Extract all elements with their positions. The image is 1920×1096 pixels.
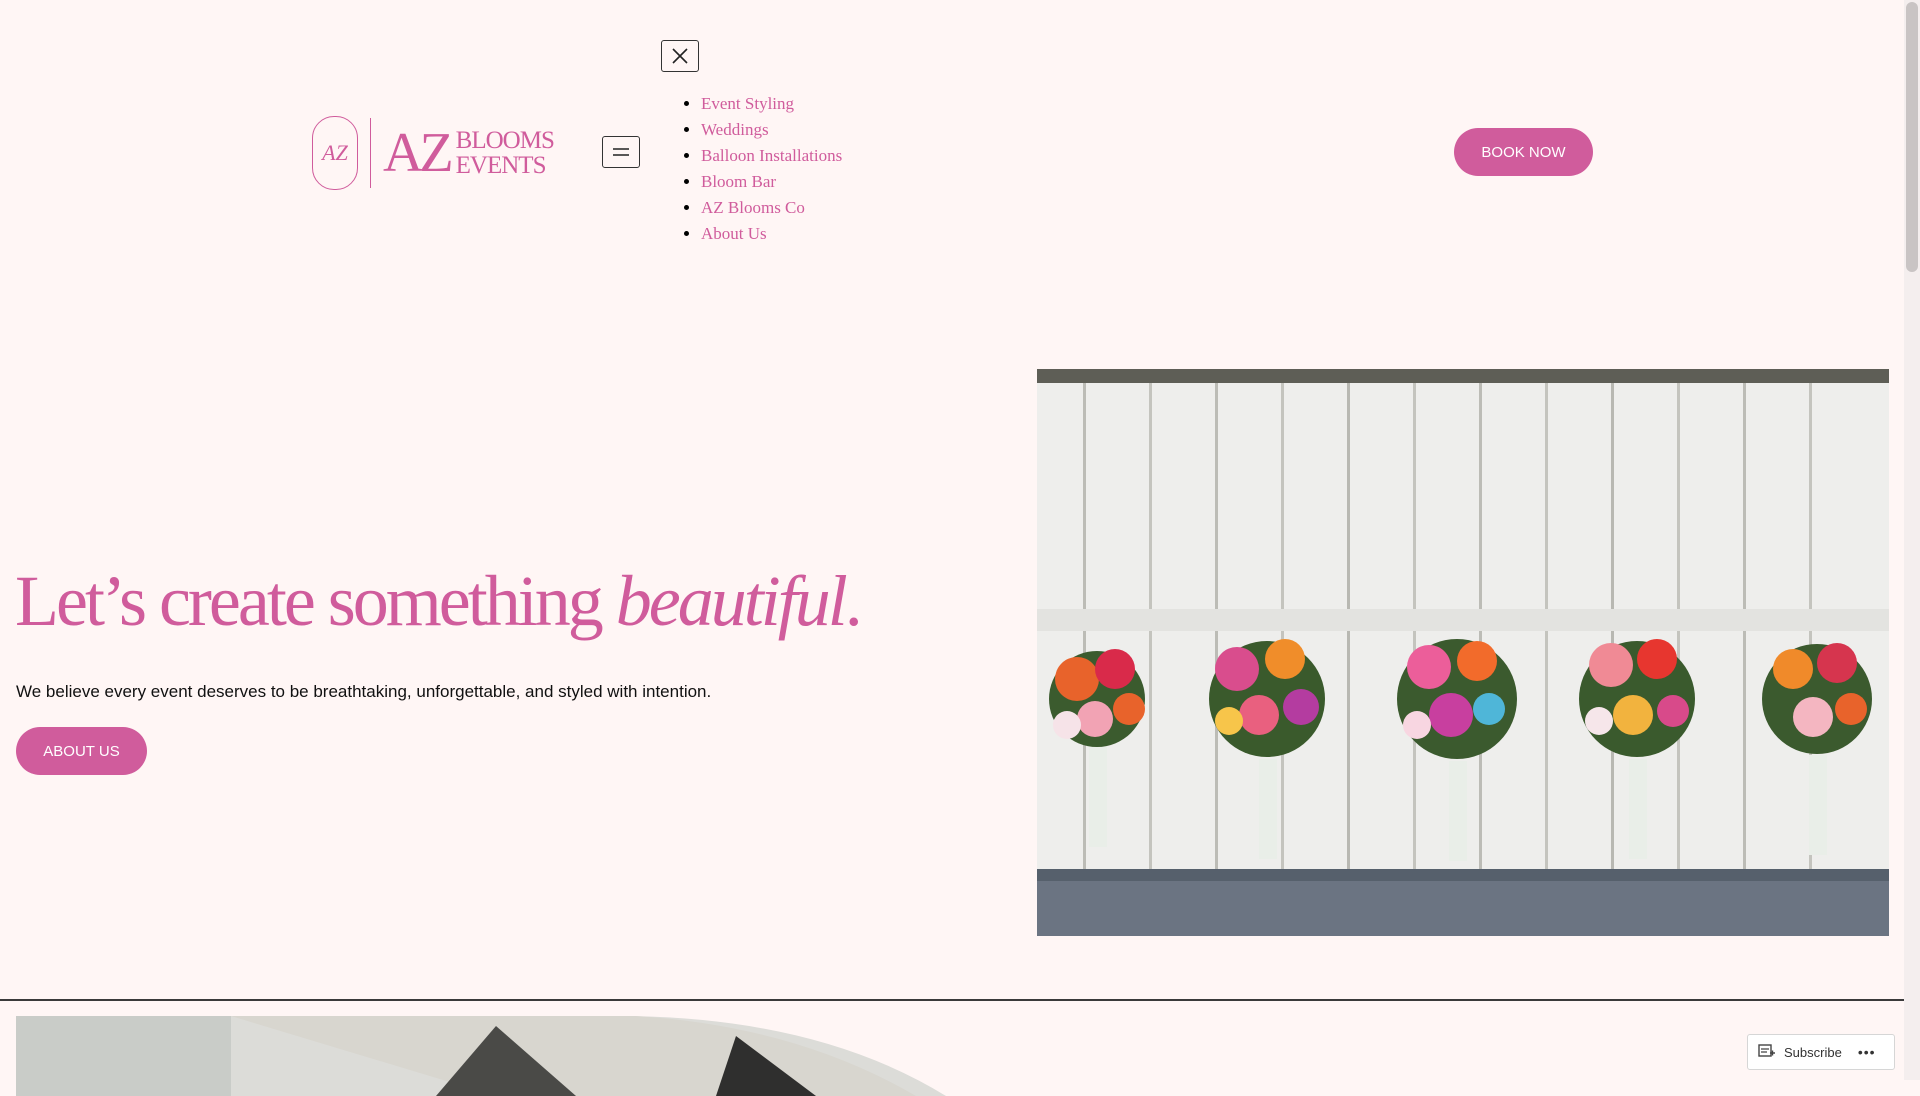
venue-illustration [16,1016,1016,1096]
hero-description: We believe every event deserves to be br… [16,682,712,701]
nav-item-weddings: Weddings [701,117,842,143]
logo-monogram-text: AZ [322,140,348,165]
logo-monogram: AZ [312,116,358,190]
logo-wordmark: AZ BLOOMS EVENTS [383,122,555,184]
subscribe-bar: Subscribe ••• [1747,1034,1895,1070]
nav-link-az-blooms-co[interactable]: AZ Blooms Co [701,198,805,217]
hero-title-main: Let’s create something [15,561,616,641]
nav-link-about-us[interactable]: About Us [701,224,767,243]
nav-item-bloom-bar: Bloom Bar [701,169,842,195]
main-navigation: Event Styling Weddings Balloon Installat… [661,91,842,247]
open-menu-button[interactable] [602,136,640,168]
page-scrollbar[interactable] [1904,0,1920,1080]
logo-word-events: EVENTS [455,152,547,179]
nav-link-weddings[interactable]: Weddings [701,120,769,139]
close-icon [672,48,688,64]
subscribe-button[interactable]: Subscribe [1784,1045,1842,1060]
nav-item-about-us: About Us [701,221,842,247]
nav-item-event-styling: Event Styling [701,91,842,117]
nav-link-event-styling[interactable]: Event Styling [701,94,794,113]
about-us-button[interactable]: ABOUT US [16,727,147,775]
book-now-button[interactable]: BOOK NOW [1454,128,1593,176]
logo-words: BLOOMS EVENTS [455,127,555,179]
nav-item-balloon-installations: Balloon Installations [701,143,842,169]
logo-az: AZ [383,122,454,184]
nav-link-balloon-installations[interactable]: Balloon Installations [701,146,842,165]
site-logo[interactable]: AZ AZ BLOOMS EVENTS [312,116,564,190]
logo-divider [370,118,371,188]
hero-bouquets-image [1037,369,1889,936]
hero-title: Let’s create something beautiful. [15,565,863,637]
nav-link-bloom-bar[interactable]: Bloom Bar [701,172,776,191]
subscribe-icon [1758,1044,1775,1057]
bouquets-illustration [1037,369,1889,936]
section-divider [0,999,1904,1001]
logo-word-blooms: BLOOMS [455,127,555,154]
close-menu-button[interactable] [661,40,699,72]
hero-title-emphasis: beautiful [615,561,848,641]
nav-item-az-blooms-co: AZ Blooms Co [701,195,842,221]
venue-image [16,1016,1016,1096]
hero-title-end: . [844,561,863,641]
more-icon[interactable]: ••• [1858,1044,1876,1060]
scrollbar-thumb[interactable] [1906,2,1918,272]
menu-icon [613,148,629,156]
